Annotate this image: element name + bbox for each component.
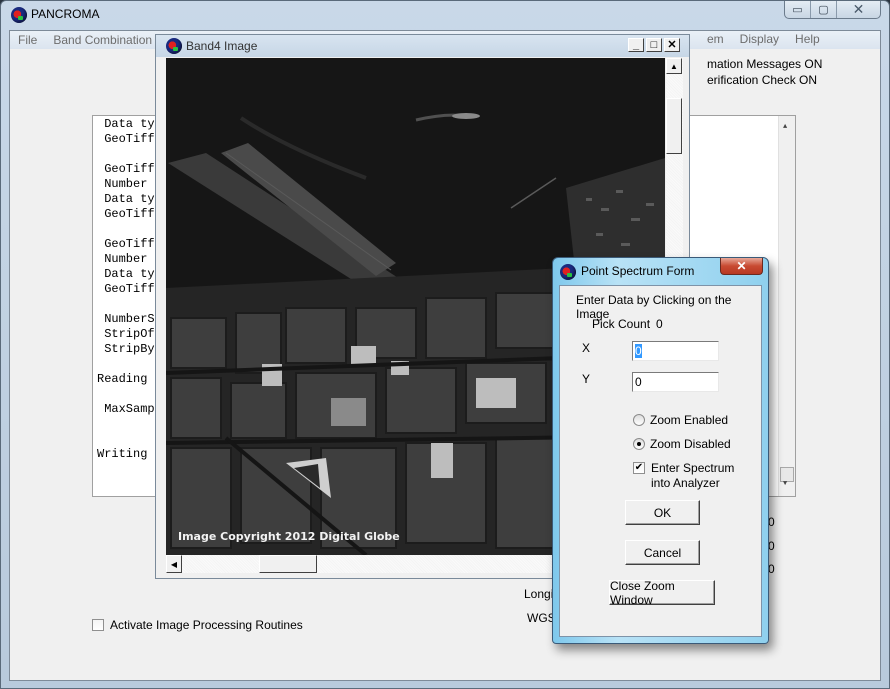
checkmark-icon: ✔ — [634, 462, 644, 473]
image-close-button[interactable]: ✕ — [664, 38, 680, 52]
log-line: MaxSampl — [97, 402, 162, 416]
scroll-left-button[interactable]: ◀ — [166, 555, 182, 573]
image-processing-checkbox-row[interactable]: Activate Image Processing Routines — [92, 618, 303, 632]
log-line: Data typ — [97, 117, 162, 131]
dialog-close-button[interactable]: ✕ — [720, 258, 763, 275]
y-label: Y — [582, 372, 591, 386]
image-processing-label: Activate Image Processing Routines — [110, 618, 303, 632]
log-line: StripOff — [97, 327, 162, 341]
menu-band-combination[interactable]: Band Combination — [45, 33, 160, 47]
log-line: Number o — [97, 177, 162, 191]
y-input[interactable]: 0 — [632, 372, 719, 392]
log-scrollbar[interactable]: ▲ ▼ — [778, 116, 795, 496]
log-line: GeoTiffD — [97, 132, 162, 146]
minimize-icon: _ — [632, 39, 640, 51]
x-input[interactable]: 0 — [632, 341, 719, 361]
scroll-up-icon[interactable]: ▲ — [783, 120, 787, 135]
image-maximize-button[interactable]: □ — [646, 38, 662, 52]
image-titlebar[interactable]: Band4 Image _ □ ✕ — [156, 35, 689, 57]
log-line: GeoTiffD — [97, 207, 162, 221]
maximize-icon: ▢ — [818, 4, 829, 16]
menu-display[interactable]: Display — [732, 32, 787, 46]
menu-system[interactable]: em — [707, 32, 732, 46]
close-button[interactable]: ✕ — [837, 1, 880, 18]
zoom-disabled-label[interactable]: Zoom Disabled — [650, 437, 731, 451]
y-input-value: 0 — [635, 375, 642, 389]
minimize-icon: ▭ — [792, 4, 803, 16]
image-window-icon — [166, 38, 182, 54]
log-line: StripByt — [97, 342, 162, 356]
log-line: Number o — [97, 252, 162, 266]
close-icon: ✕ — [852, 1, 865, 17]
close-icon: ✕ — [736, 259, 747, 273]
close-zoom-window-label: Close Zoom Window — [610, 578, 675, 607]
pancroma-app-icon — [11, 7, 27, 23]
information-messages-status: mation Messages ON — [707, 57, 823, 71]
zoom-enabled-radio[interactable] — [633, 414, 645, 426]
menu-file[interactable]: File — [10, 33, 45, 47]
main-window-title: PANCROMA — [31, 7, 100, 21]
coord-value-1: 0 — [768, 515, 775, 529]
cancel-button-label: Cancel — [643, 545, 682, 560]
main-titlebar[interactable]: PANCROMA ▭ ▢ ✕ — [1, 1, 889, 29]
scroll-up-button[interactable]: ▲ — [666, 58, 682, 74]
image-processing-checkbox[interactable] — [92, 619, 104, 631]
menu-help[interactable]: Help — [787, 32, 828, 46]
menubar-right: em Display Help — [707, 32, 828, 46]
scroll-down-icon[interactable]: ▼ — [783, 477, 787, 492]
vertical-scroll-thumb[interactable] — [666, 98, 682, 154]
log-line: Reading i — [97, 372, 162, 386]
coord-value-3: 0 — [768, 562, 775, 576]
pick-count-value: 0 — [656, 317, 663, 331]
window-controls: ▭ ▢ ✕ — [784, 1, 881, 19]
log-line: GeoTiff — [97, 162, 162, 176]
log-line: Data typ — [97, 267, 162, 281]
enter-spectrum-label-line2[interactable]: into Analyzer — [651, 476, 720, 490]
dialog-app-icon — [560, 264, 576, 280]
log-line: NumberSt — [97, 312, 162, 326]
ok-button[interactable]: OK — [625, 500, 700, 525]
maximize-button[interactable]: ▢ — [811, 1, 837, 18]
close-icon: ✕ — [667, 39, 677, 51]
verification-check-status: erification Check ON — [707, 73, 818, 87]
zoom-enabled-label[interactable]: Zoom Enabled — [650, 413, 728, 427]
cancel-button[interactable]: Cancel — [625, 540, 700, 565]
dialog-body: Enter Data by Clicking on the Image Pick… — [559, 285, 762, 637]
log-line: Writing i — [97, 447, 162, 461]
point-spectrum-form-dialog: Point Spectrum Form ✕ Enter Data by Clic… — [552, 257, 769, 644]
image-copyright: Image Copyright 2012 Digital Globe — [178, 530, 400, 543]
dialog-title: Point Spectrum Form — [581, 264, 695, 278]
horizontal-scroll-thumb[interactable] — [259, 555, 317, 573]
x-input-value: 0 — [635, 344, 642, 358]
enter-spectrum-label-line1[interactable]: Enter Spectrum — [651, 461, 734, 475]
log-line: Data typ — [97, 192, 162, 206]
pick-count-label: Pick Count — [592, 317, 651, 331]
scroll-left-icon: ◀ — [170, 559, 178, 569]
ok-button-label: OK — [653, 505, 672, 520]
minimize-button[interactable]: ▭ — [785, 1, 811, 18]
enter-spectrum-checkbox[interactable]: ✔ — [633, 462, 645, 474]
image-window-title: Band4 Image — [186, 39, 258, 53]
maximize-icon: □ — [650, 39, 658, 51]
image-window-controls: _ □ ✕ — [628, 38, 680, 52]
zoom-disabled-radio[interactable] — [633, 438, 645, 450]
log-line: GeoTiffD — [97, 282, 162, 296]
coord-value-2: 0 — [768, 539, 775, 553]
close-zoom-window-button[interactable]: Close Zoom Window — [609, 578, 715, 607]
log-line: GeoTiff — [97, 237, 162, 251]
scroll-up-icon: ▲ — [670, 61, 678, 71]
x-label: X — [582, 341, 591, 355]
image-minimize-button[interactable]: _ — [628, 38, 644, 52]
